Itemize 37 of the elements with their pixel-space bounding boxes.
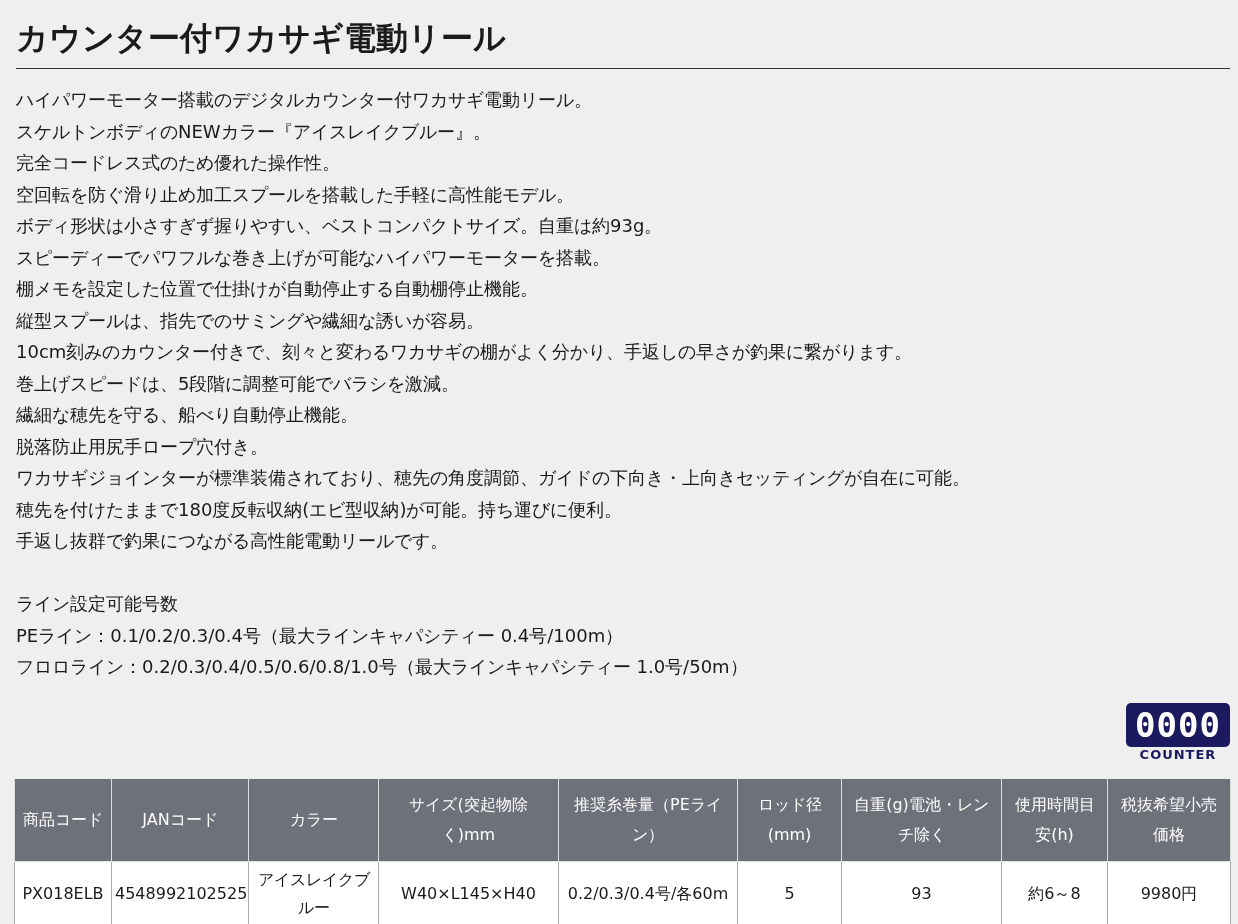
table-cell: 0.2/0.3/0.4号/各60m: [558, 861, 738, 924]
description-line: 完全コードレス式のため優れた操作性。: [16, 151, 341, 175]
table-cell: アイスレイクブルー: [248, 861, 379, 924]
description-line: ボディ形状は小さすぎず握りやすい、ベストコンパクトサイズ。自重は約93g。: [16, 214, 664, 238]
description-line: 棚メモを設定した位置で仕掛けが自動停止する自動棚停止機能。: [16, 277, 539, 301]
description-line: ワカサギジョインターが標準装備されており、穂先の角度調節、ガイドの下向き・上向きセッティングが自在に可能。: [16, 466, 971, 490]
description-line: スピーディーでパワフルな巻き上げが可能なハイパワーモーターを搭載。: [16, 245, 611, 270]
line-spec-line: ライン設定可能号数: [16, 592, 179, 616]
table-cell: 4548992102525: [111, 861, 249, 924]
table-cell: PX018ELB: [14, 861, 112, 924]
column-header: 税抜希望小売価格: [1107, 778, 1231, 861]
description-line: 巻上げスピードは、5段階に調整可能でバラシを激減。: [16, 371, 461, 396]
column-header: カラー: [248, 778, 379, 861]
description-line: 10cm刻みのカウンター付きで、刻々と変わるワカサギの棚がよく分かり、手返しの早さが釣果に繋がります。: [16, 340, 914, 364]
description-line: 脱落防止用尻手ロープ穴付き。: [16, 434, 269, 459]
table-cell: 93: [841, 861, 1002, 924]
description-line: 縦型スプールは、指先でのサミングや繊細な誘いが容易。: [16, 308, 485, 333]
table-cell: W40×L145×H40: [378, 861, 559, 924]
table-cell: 約6～8: [1001, 861, 1108, 924]
column-header: 自重(g)電池・レンチ除く: [841, 778, 1002, 861]
column-header: JANコード: [111, 778, 249, 861]
description-line: 繊細な穂先を守る、船べり自動停止機能。: [16, 403, 359, 427]
description-line: 空回転を防ぐ滑り止め加工スプールを搭載した手軽に高性能モデル。: [16, 182, 575, 207]
line-spec-line: PEライン：0.1/0.2/0.3/0.4号（最大ラインキャパシティー 0.4号/100m）: [16, 623, 625, 648]
column-header: サイズ(突起物除く)mm: [378, 778, 559, 861]
description-line: ハイパワーモーター搭載のデジタルカウンター付ワカサギ電動リール。: [16, 88, 593, 112]
column-header: 使用時間目安(h): [1001, 778, 1108, 861]
column-header: ロッド径(mm): [737, 778, 842, 861]
table-cell: 9980円: [1107, 861, 1231, 924]
column-header: 推奨糸巻量（PEライン）: [558, 778, 738, 861]
description-line: 穂先を付けたままで180度反転収納(エビ型収納)が可能。持ち運びに便利。: [16, 497, 624, 522]
description-line: スケルトンボディのNEWカラー『アイスレイクブルー』。: [16, 119, 492, 144]
line-spec-line: フロロライン：0.2/0.3/0.4/0.5/0.6/0.8/1.0号（最大ラインキャパシティー 1.0号/50m）: [16, 655, 749, 679]
table-cell: 5: [737, 861, 842, 924]
page-title: カウンター付ワカサギ電動リール: [16, 18, 507, 59]
column-header: 商品コード: [14, 778, 112, 861]
description-line: 手返し抜群で釣果につながる高性能電動リールです。: [16, 529, 449, 553]
